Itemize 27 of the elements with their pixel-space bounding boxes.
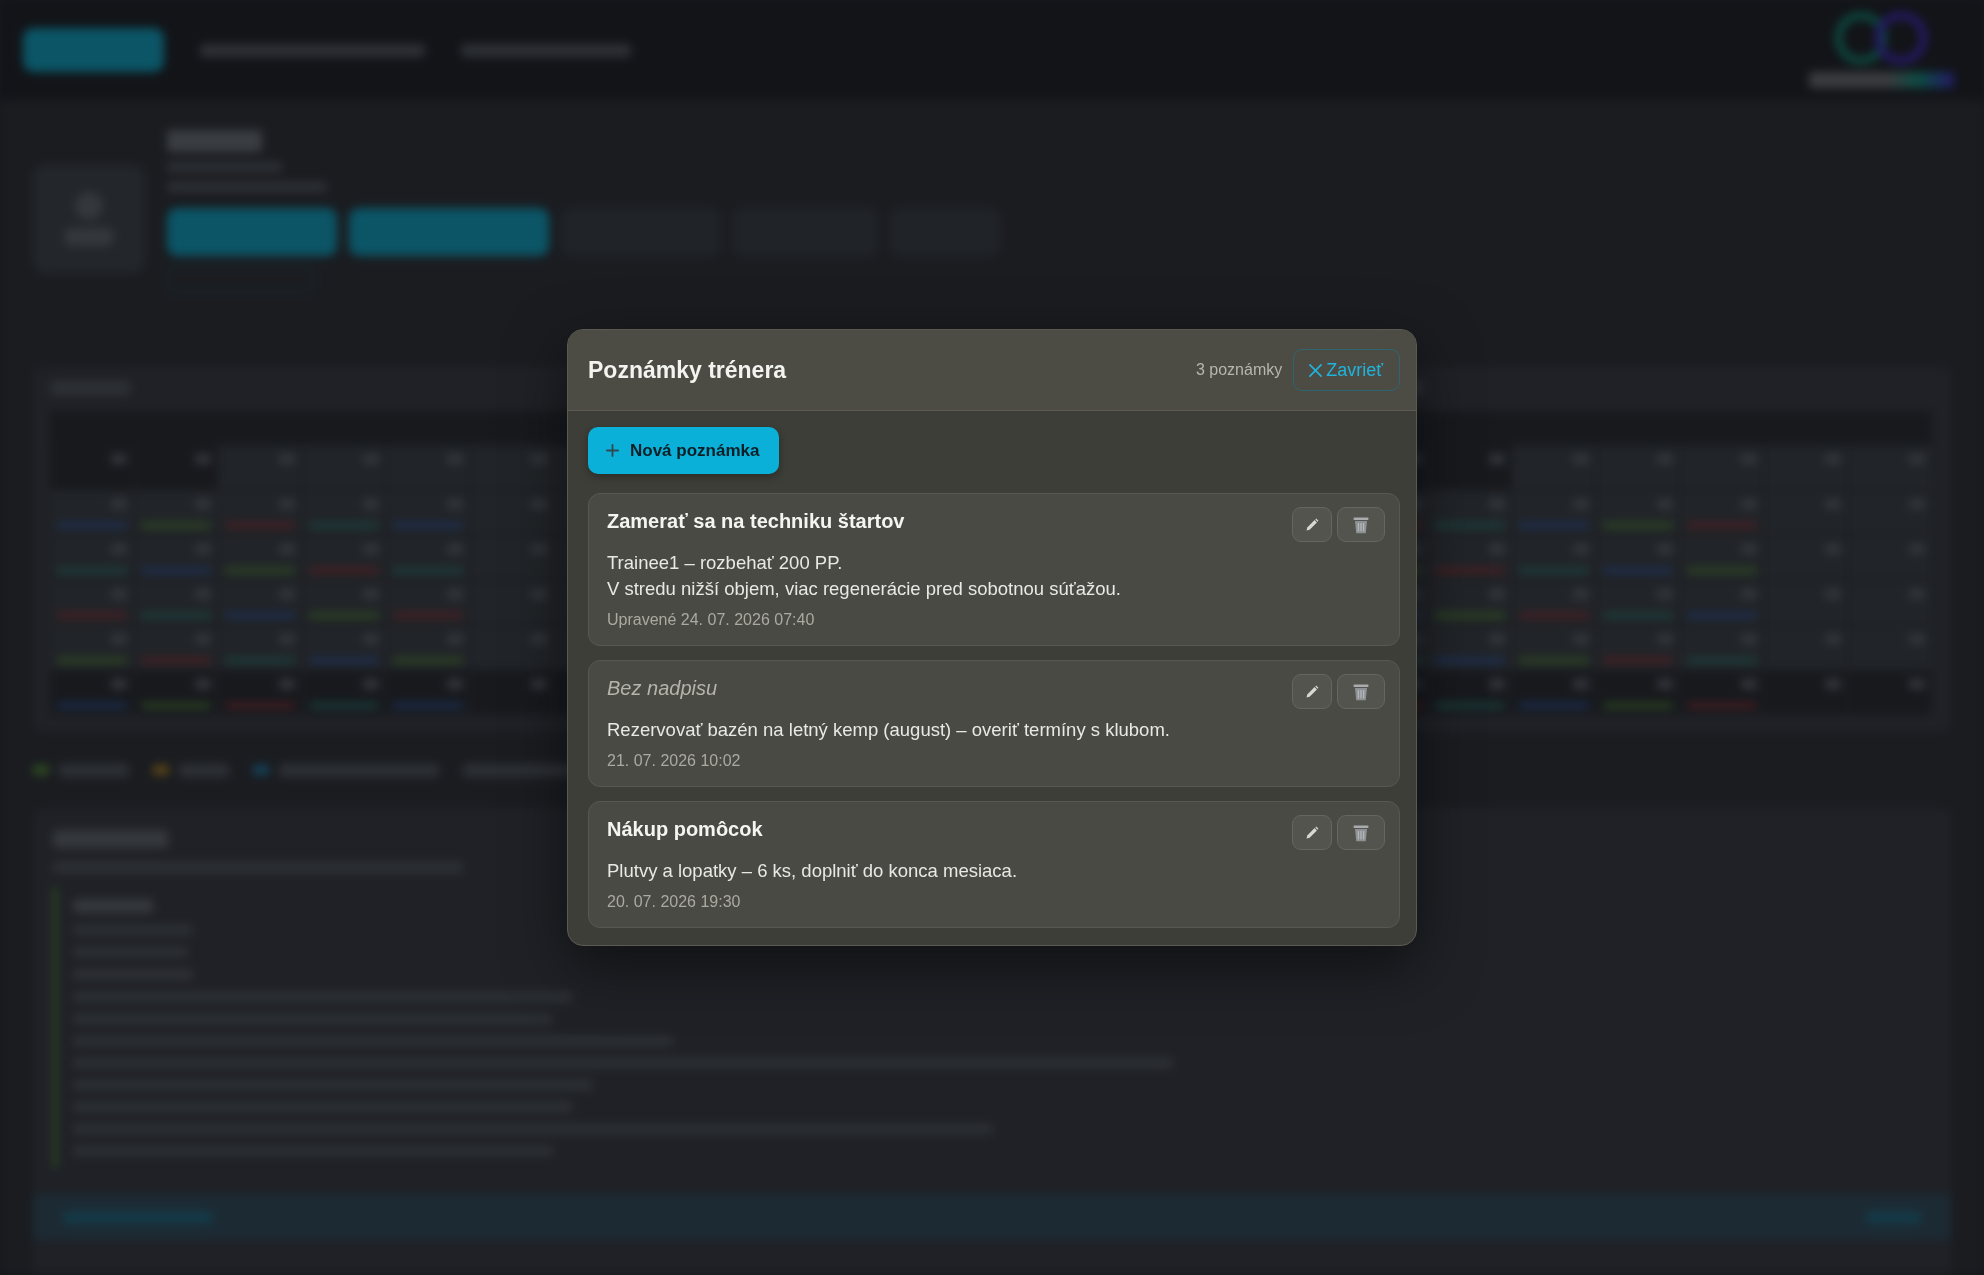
delete-button[interactable] — [1337, 674, 1385, 709]
note-title: Bez nadpisu — [607, 676, 718, 701]
trash-icon — [1353, 515, 1369, 534]
edit-button[interactable] — [1292, 674, 1332, 709]
note-timestamp: 20. 07. 2026 19:30 — [607, 892, 742, 912]
dialog-title: Poznámky trénera — [588, 356, 787, 384]
new-note-button[interactable]: Nová poznámka — [588, 427, 780, 474]
edit-button[interactable] — [1292, 507, 1332, 542]
edit-button[interactable] — [1292, 815, 1332, 850]
note-count: 3 poznámky — [1195, 361, 1283, 379]
pencil-icon — [1305, 517, 1319, 532]
note-title: Zamerať sa na techniku štartov — [607, 509, 905, 534]
note-text: Plutvy a lopatky – 6 ks, doplniť do konca mesiaca. — [607, 859, 1019, 883]
note-timestamp: Upravené 24. 07. 2026 07:40 — [607, 610, 816, 630]
pencil-icon — [1305, 684, 1319, 699]
note-title: Nákup pomôcok — [607, 817, 763, 842]
close-button[interactable]: Zavrieť — [1293, 349, 1400, 391]
note-text: Trainee1 – rozbehať 200 PP. V stredu nižší objem, viac regenerácie pred sobotnou súťažou. — [607, 551, 1122, 601]
trash-icon — [1353, 682, 1369, 701]
note-text: Rezervovať bazén na letný kemp (august) – overiť termíny s klubom. — [607, 718, 1171, 742]
delete-button[interactable] — [1337, 815, 1385, 850]
note-timestamp: 21. 07. 2026 10:02 — [607, 751, 742, 771]
delete-button[interactable] — [1337, 507, 1385, 542]
pencil-icon — [1305, 825, 1319, 840]
close-icon — [1309, 363, 1323, 377]
plus-icon — [606, 444, 619, 457]
trash-icon — [1353, 823, 1369, 842]
